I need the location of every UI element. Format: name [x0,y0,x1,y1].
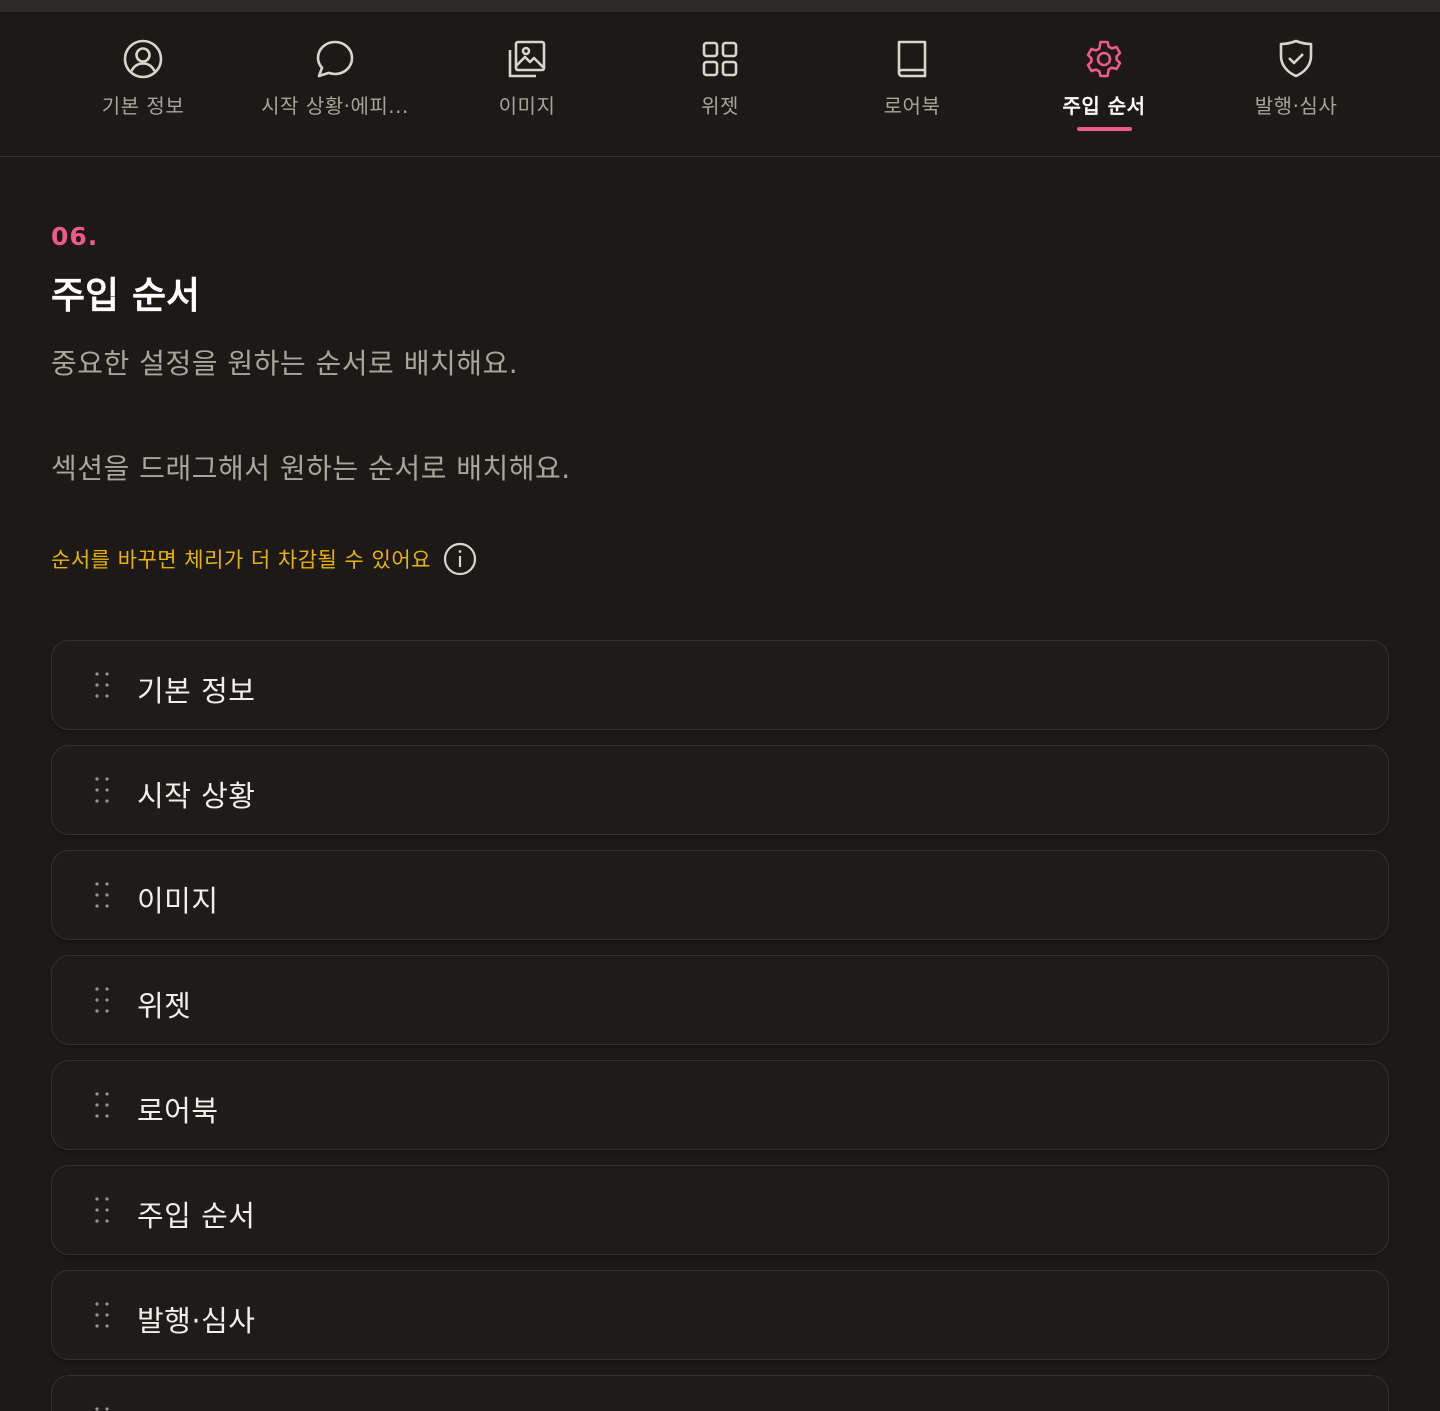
order-item-label: 이미지 [137,884,219,918]
order-item-label: 주입 순서 [137,1199,256,1233]
cherry-warning: 순서를 바꾸면 체리가 더 차감될 수 있어요 [51,542,477,576]
injection-order-section: 06. 주입 순서 중요한 설정을 원하는 순서로 배치해요. 섹션을 드래그해… [51,222,1389,576]
warning-text: 순서를 바꾸면 체리가 더 차감될 수 있어요 [51,548,431,572]
order-list: 기본 정보 시작 상황 이미지 위젯 로어북 주입 순서 발행·심사 [51,640,1389,1411]
tab-underline [693,127,748,131]
order-item[interactable]: 기본 정보 [51,640,1389,730]
tab-label: 시작 상황·에피... [261,94,409,118]
drag-handle-icon[interactable] [94,1091,110,1119]
shield-check-icon [1275,38,1317,80]
tab-injection-order[interactable]: 주입 순서 [1008,12,1200,157]
tab-underline [1269,127,1324,131]
order-item-label: 기본 정보 [137,674,256,708]
order-item-label: 로어북 [137,1094,219,1128]
page-title: 주입 순서 [51,274,201,317]
tab-underline [500,127,555,131]
tab-widget[interactable]: 위젯 [624,12,816,157]
tab-image[interactable]: 이미지 [431,12,623,157]
section-subtitle: 중요한 설정을 원하는 순서로 배치해요. [51,347,519,380]
order-item[interactable] [51,1375,1389,1411]
order-item-label: 위젯 [137,989,192,1023]
chat-bubble-icon [314,38,356,80]
order-item[interactable]: 이미지 [51,850,1389,940]
tab-label: 위젯 [701,94,739,118]
window-top-strip [0,0,1440,12]
drag-handle-icon[interactable] [94,881,110,909]
tab-publish-review[interactable]: 발행·심사 [1200,12,1392,157]
tab-label: 발행·심사 [1254,94,1338,118]
tab-start-situation[interactable]: 시작 상황·에피... [239,12,431,157]
order-item[interactable]: 위젯 [51,955,1389,1045]
book-icon [891,38,933,80]
drag-handle-icon[interactable] [94,1196,110,1224]
order-item[interactable]: 시작 상황 [51,745,1389,835]
tab-basic-info[interactable]: 기본 정보 [47,12,239,157]
drag-handle-icon[interactable] [94,671,110,699]
tab-label: 로어북 [883,94,941,118]
tab-active-underline [1076,127,1132,131]
drag-instruction: 섹션을 드래그해서 원하는 순서로 배치해요. [51,452,571,485]
tab-label: 이미지 [498,94,556,118]
user-circle-icon [122,38,164,80]
order-item-label: 시작 상황 [137,779,256,813]
drag-handle-icon[interactable] [94,1406,110,1411]
tab-lorebook[interactable]: 로어북 [816,12,1008,157]
order-item[interactable]: 로어북 [51,1060,1389,1150]
tab-underline [885,127,940,131]
gear-icon [1083,38,1125,80]
tab-underline [308,127,363,131]
drag-handle-icon[interactable] [94,776,110,804]
tab-label: 주입 순서 [1062,94,1146,118]
tab-label: 기본 정보 [101,94,185,118]
order-item[interactable]: 주입 순서 [51,1165,1389,1255]
info-icon[interactable] [443,542,477,576]
tab-underline [116,127,171,131]
order-item[interactable]: 발행·심사 [51,1270,1389,1360]
drag-handle-icon[interactable] [94,986,110,1014]
step-tab-bar: 기본 정보 시작 상황·에피... 이미지 위젯 로어북 주입 순서 발행·심사 [0,12,1440,157]
grid-icon [699,38,741,80]
order-item-label: 발행·심사 [137,1304,256,1338]
step-number: 06. [51,222,99,251]
image-gallery-icon [506,38,548,80]
drag-handle-icon[interactable] [94,1301,110,1329]
